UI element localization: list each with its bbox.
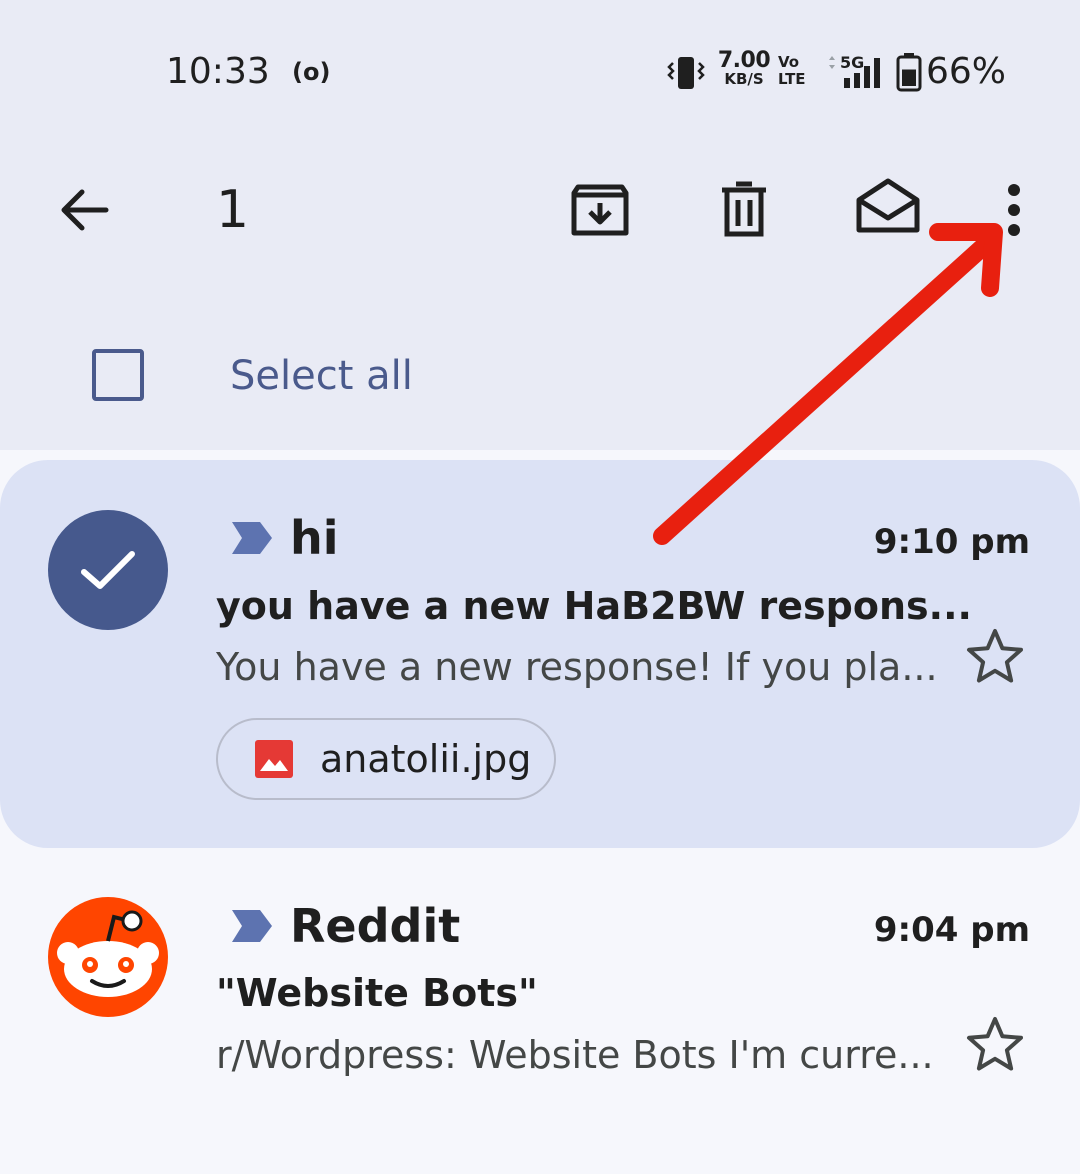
network-speed-unit: KB/S	[724, 70, 764, 88]
vibrate-icon	[667, 57, 705, 89]
email-subject: "Website Bots"	[216, 971, 538, 1015]
status-time: 10:33	[166, 51, 270, 92]
importance-marker-icon	[232, 910, 272, 942]
email-time: 9:04 pm	[873, 910, 1030, 950]
email-time: 9:10 pm	[873, 522, 1030, 562]
attachment-chip[interactable]: anatolii.jpg	[216, 718, 556, 800]
back-button[interactable]	[50, 176, 118, 244]
star-icon[interactable]	[964, 626, 1026, 688]
check-icon	[81, 551, 135, 589]
network-type: 5G	[840, 53, 864, 72]
battery-percent: 66%	[926, 51, 1007, 92]
volte-bottom: LTE	[778, 70, 806, 88]
delete-icon	[722, 181, 766, 237]
archive-button[interactable]	[562, 176, 638, 244]
more-vert-icon	[1008, 184, 1020, 236]
email-sender: hi	[290, 511, 339, 565]
archive-icon	[571, 184, 629, 236]
network-speed: 7.00 KB/S	[716, 48, 772, 89]
image-file-icon	[255, 740, 293, 778]
email-subject: you have a new HaB2BW respons...	[216, 584, 972, 628]
email-snippet: You have a new response! If you pla...	[216, 645, 938, 689]
mark-as-read-button[interactable]	[846, 170, 930, 242]
star-icon[interactable]	[964, 1014, 1026, 1076]
delete-button[interactable]	[706, 176, 782, 244]
more-options-button[interactable]	[990, 176, 1038, 244]
importance-marker-icon	[232, 522, 272, 554]
email-snippet: r/Wordpress: Website Bots I'm curre...	[216, 1033, 934, 1077]
selected-count: 1	[216, 180, 250, 240]
attachment-name: anatolii.jpg	[320, 737, 532, 781]
select-all-label[interactable]: Select all	[230, 352, 413, 400]
hotspot-icon: (o)	[292, 58, 331, 86]
avatar-selected[interactable]	[48, 510, 168, 630]
select-all-checkbox[interactable]	[92, 349, 144, 401]
avatar-reddit[interactable]	[48, 897, 168, 1017]
network-speed-value: 7.00	[717, 48, 771, 73]
email-sender: Reddit	[290, 899, 461, 953]
back-arrow-icon	[61, 189, 109, 231]
volte-top: Vo	[778, 53, 800, 71]
signal-icon: 5G	[829, 53, 880, 88]
mark-read-icon	[856, 178, 920, 233]
reddit-logo-icon	[57, 910, 159, 997]
volte-indicator: Vo LTE	[778, 54, 818, 88]
battery-icon	[896, 53, 922, 92]
